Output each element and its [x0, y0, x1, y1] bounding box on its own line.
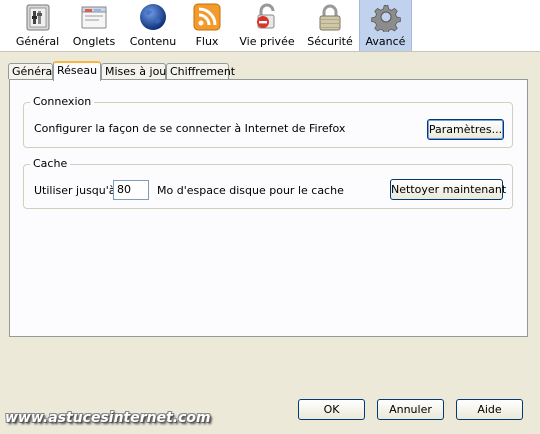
connexion-description: Configurer la façon de se connecter à In… [34, 122, 346, 135]
connexion-group: Connexion Configurer la façon de se conn… [23, 95, 513, 148]
toolbar-item-content[interactable]: Contenu [126, 0, 180, 51]
cache-use-label: Utiliser jusqu'à [34, 184, 116, 197]
toolbar-item-tabs[interactable]: Onglets [66, 0, 122, 51]
toolbar-label: Contenu [129, 35, 177, 48]
toolbar-label: Flux [195, 35, 219, 48]
connection-settings-button[interactable]: Paramètres... [427, 119, 504, 140]
toolbar-item-privacy[interactable]: Vie privée [236, 0, 298, 51]
tab-updates[interactable]: Mises à jour [101, 63, 171, 79]
cache-title: Cache [30, 157, 71, 170]
cancel-button[interactable]: Annuler [377, 399, 444, 420]
watermark: www.astucesinternet.com [5, 410, 211, 426]
cache-size-input[interactable]: 80 [113, 180, 149, 200]
tab-general[interactable]: Général [8, 63, 55, 79]
lock-forbidden-icon [252, 2, 282, 32]
toolbar-item-feeds[interactable]: Flux [182, 0, 232, 51]
padlock-icon [315, 2, 345, 32]
toolbar-item-advanced[interactable]: Avancé [359, 0, 412, 51]
toolbar-label: Vie privée [239, 35, 295, 48]
ok-button[interactable]: OK [298, 399, 365, 420]
clear-cache-button[interactable]: Nettoyer maintenant [390, 179, 506, 200]
toolbar-item-general[interactable]: Général [10, 0, 65, 51]
cache-unit-label: Mo d'espace disque pour le cache [157, 184, 344, 197]
gear-icon [370, 2, 401, 35]
connexion-title: Connexion [30, 95, 95, 108]
network-panel: Connexion Configurer la façon de se conn… [9, 79, 528, 337]
toolbar-item-security[interactable]: Sécurité [303, 0, 357, 51]
cache-group: Cache Utiliser jusqu'à 80 Mo d'espace di… [23, 157, 513, 209]
rss-feed-icon [192, 2, 222, 32]
toolbar-label: Onglets [72, 35, 116, 48]
switch-icon [23, 2, 53, 32]
tabs-window-icon [79, 2, 109, 32]
tab-network[interactable]: Réseau [53, 61, 101, 81]
preferences-toolbar: Général Onglets Contenu Flux Vie privée … [0, 0, 540, 52]
toolbar-label: Général [15, 35, 60, 48]
globe-icon [138, 2, 168, 32]
tab-encryption[interactable]: Chiffrement [166, 63, 235, 79]
toolbar-label: Sécurité [307, 35, 353, 48]
help-button[interactable]: Aide [456, 399, 523, 420]
toolbar-label: Avancé [365, 35, 406, 48]
